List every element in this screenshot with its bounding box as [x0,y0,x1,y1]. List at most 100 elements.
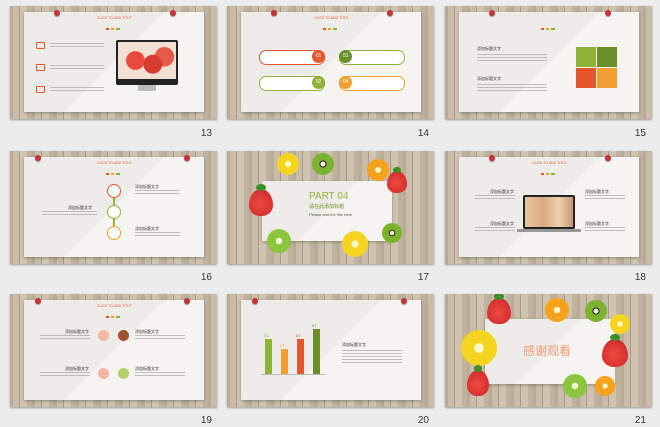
push-pin-icon [35,298,41,304]
text-lines [135,335,185,340]
push-pin-icon [489,155,495,161]
mail-icon [36,64,45,71]
bar-value-label: 53 [264,332,269,338]
part-note: Please add the title here [309,212,353,217]
slide-thumbnail-14[interactable]: CLICK TO ADD TITLE 01 02 03 04 [227,6,434,119]
orange-slice [545,298,569,322]
accent-dots [106,28,120,30]
closing-title: 感谢观看 [523,344,572,358]
slide-heading: CLICK TO ADD TITLE [314,16,349,20]
chart-bar [281,349,288,374]
text-lines [475,195,515,200]
text-lines [135,232,180,237]
text-lines [475,227,515,232]
text-lines [50,87,104,92]
bar-value-label: 67 [312,323,317,329]
text-lines [585,227,625,232]
monitor-image [116,40,178,85]
camera-icon [36,42,45,49]
slide-thumbnail-16[interactable]: CLICK TO ADD TITLE 添加标题文字 添加标题文字 添加标题文字 [10,151,217,264]
slide-number: 21 [634,415,646,426]
slide-number: 16 [200,272,212,283]
puzzle-red-piece [576,68,596,88]
text-lines [477,54,547,61]
strawberry [249,184,273,216]
text-lines [40,372,90,377]
info-pill: 04 [339,76,405,91]
accent-dots [541,173,555,175]
push-pin-icon [401,298,407,304]
accent-dots [541,28,555,30]
strawberry [387,167,407,193]
strawberry [467,365,489,396]
kiwi-slice [382,223,402,243]
monitor-stand [138,85,156,91]
push-pin-icon [489,10,495,16]
lime-slice [267,229,291,253]
lemon-slice [610,314,630,334]
slide-thumbnail-19[interactable]: CLICK TO ADD TITLE 添加标题文字 添加标题文字 添加标题文字 … [10,294,217,407]
bar-value-label: 37 [280,343,285,349]
slide-thumbnail-17[interactable]: PART 04 请在此添加标题 Please add the title her… [227,151,434,264]
card-icon [36,86,45,93]
share-icon [107,205,121,219]
puzzle-green-piece [576,47,596,67]
lemon-slice [461,330,497,366]
laptop-base [517,229,581,232]
bar-value-label: 53 [296,332,301,338]
push-pin-icon [184,155,190,161]
slide-number: 13 [200,128,212,139]
strawberry [602,333,628,367]
search-icon [107,184,121,198]
slide-number: 20 [417,415,429,426]
slide-thumbnail-15[interactable]: 添加标题文字 添加标题文字 [445,6,652,119]
leaf-icon [118,368,129,379]
orange-slice [367,159,389,181]
orange-slice [595,376,615,396]
info-pill: 02 [259,76,325,91]
part-title: PART 04 [309,191,349,202]
text-lines [342,350,402,365]
slide-number: 19 [200,415,212,426]
push-pin-icon [605,155,611,161]
lime-slice [563,374,587,398]
section-label: 添加标题文字 [342,342,366,347]
laptop-image [523,195,575,229]
text-lines [42,211,97,216]
info-pill: 03 [339,50,405,65]
text-lines [477,84,547,91]
push-pin-icon [271,10,277,16]
text-lines [50,65,104,70]
slide-thumbnail-18[interactable]: CLICK TO ADD TITLE 添加标题文字 添加标题文字 添加标题文字 … [445,151,652,264]
push-pin-icon [184,298,190,304]
push-pin-icon [252,298,258,304]
kiwi-slice [585,300,607,322]
slide-thumbnail-13[interactable]: CLICK TO ADD TITLE [10,6,217,119]
slide-heading: CLICK TO ADD TITLE [97,161,132,165]
slide-number: 14 [417,128,429,139]
push-pin-icon [35,155,41,161]
accent-dots [323,28,337,30]
slide-thumbnail-21[interactable]: 感谢观看 [445,294,652,407]
chart-bar [297,338,304,374]
push-pin-icon [387,10,393,16]
slide-thumbnail-20[interactable]: 添加标题文字 53 37 53 67 [227,294,434,407]
check-icon [98,330,109,341]
slide-number: 17 [417,272,429,283]
text-lines [40,335,90,340]
text-lines [585,195,625,200]
paper-card [24,300,204,400]
accent-dots [106,316,120,318]
chart-bar [313,329,320,374]
accent-dots [106,173,120,175]
text-lines [135,190,180,195]
section-label: 添加标题文字 [477,46,501,51]
push-pin-icon [54,10,60,16]
text-lines [135,372,185,377]
push-pin-icon [605,10,611,16]
push-pin-icon [170,10,176,16]
puzzle-orange-piece [597,68,617,88]
gear-icon [107,226,121,240]
puzzle-olive-piece [597,47,617,67]
slide-heading: CLICK TO ADD TITLE [532,161,567,165]
